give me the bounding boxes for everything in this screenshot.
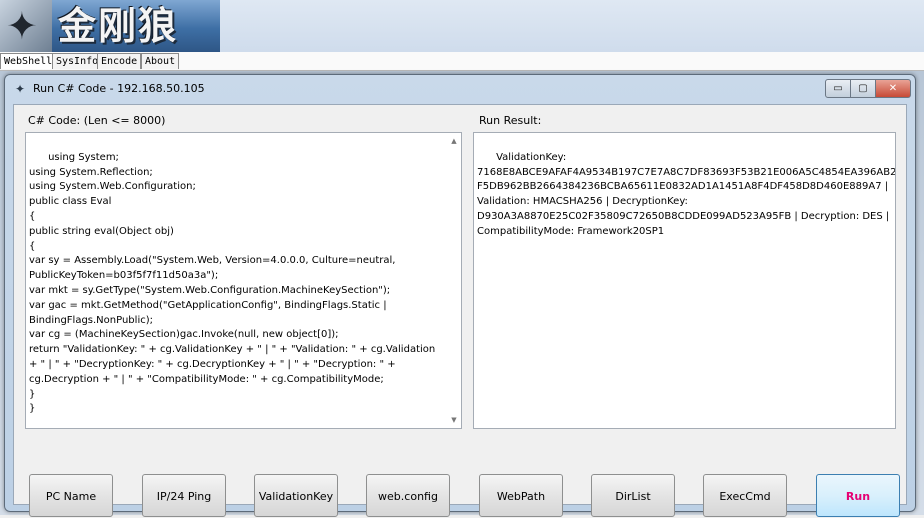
validation-key-button[interactable]: ValidationKey: [254, 474, 338, 517]
wolf-logo-icon: ✦: [0, 0, 52, 52]
scroll-down-arrow-icon[interactable]: ▼: [449, 415, 459, 425]
close-button[interactable]: ✕: [875, 79, 911, 98]
tab-sysinfo[interactable]: SysInfo: [52, 53, 103, 69]
code-label: C# Code: (Len <= 8000): [28, 114, 166, 127]
app-logo-text: 金刚狼: [58, 3, 179, 48]
web-path-button[interactable]: WebPath: [479, 474, 563, 517]
scroll-up-arrow-icon[interactable]: ▲: [449, 136, 459, 146]
result-text: ValidationKey: 7168E8ABCE9AFAF4A9534B197…: [477, 151, 896, 237]
exec-cmd-button[interactable]: ExecCmd: [703, 474, 787, 517]
window-titlebar[interactable]: ✦ Run C# Code - 192.168.50.105 ▭ ▢ ✕: [5, 75, 915, 103]
result-label: Run Result:: [479, 114, 542, 127]
tab-about[interactable]: About: [141, 53, 180, 69]
app-logo-banner: 金刚狼: [52, 0, 220, 52]
code-text: using System; using System.Reflection; u…: [29, 151, 436, 415]
main-tab-bar: WebShell SysInfo Encode About: [0, 52, 924, 71]
window-client-area: C# Code: (Len <= 8000) Run Result: using…: [13, 104, 907, 517]
web-config-button[interactable]: web.config: [366, 474, 450, 517]
window-title: Run C# Code - 192.168.50.105: [33, 82, 205, 95]
dir-list-button[interactable]: DirList: [591, 474, 675, 517]
run-csharp-window: ✦ Run C# Code - 192.168.50.105 ▭ ▢ ✕ C# …: [4, 74, 916, 517]
minimize-button[interactable]: ▭: [825, 79, 851, 98]
tab-encode[interactable]: Encode: [97, 53, 142, 69]
run-button[interactable]: Run: [816, 474, 900, 517]
pc-name-button[interactable]: PC Name: [29, 474, 113, 517]
code-editor[interactable]: using System; using System.Reflection; u…: [25, 132, 462, 429]
window-app-icon: ✦: [15, 82, 26, 96]
ip-ping-button[interactable]: IP/24 Ping: [142, 474, 226, 517]
maximize-button[interactable]: ▢: [850, 79, 876, 98]
result-output[interactable]: ValidationKey: 7168E8ABCE9AFAF4A9534B197…: [473, 132, 896, 429]
tab-webshell[interactable]: WebShell: [0, 53, 57, 69]
app-header: ✦ 金刚狼: [0, 0, 924, 52]
